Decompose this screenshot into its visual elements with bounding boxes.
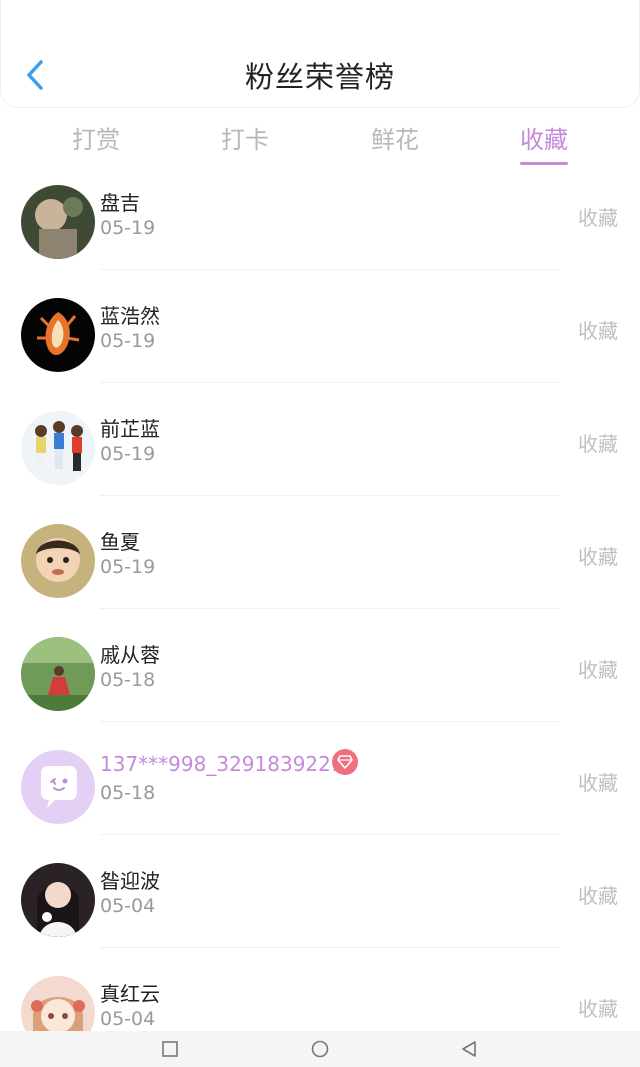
list-item[interactable]: 前芷蓝 05-19 收藏 xyxy=(0,383,640,496)
page-title: 粉丝荣誉榜 xyxy=(244,60,395,94)
fan-date: 05-18 xyxy=(100,782,156,804)
diamond-icon xyxy=(332,749,358,775)
fan-name: 鱼夏 xyxy=(100,530,140,554)
circle-icon[interactable] xyxy=(311,1040,329,1058)
avatar xyxy=(21,524,95,598)
avatar xyxy=(21,411,95,485)
list-item[interactable]: 戚从蓉 05-18 收藏 xyxy=(0,609,640,722)
avatar xyxy=(21,185,95,259)
fan-list[interactable]: 盘吉 05-19 收藏 蓝浩然 05-19 收藏 前芷蓝 05-19 收藏 鱼夏… xyxy=(0,185,640,1031)
fan-date: 05-04 xyxy=(100,895,156,917)
avatar xyxy=(21,298,95,372)
avatar xyxy=(21,637,95,711)
fan-name: 真红云 xyxy=(100,982,160,1006)
favorite-label[interactable]: 收藏 xyxy=(578,654,618,683)
list-item[interactable]: 盘吉 05-19 收藏 xyxy=(0,185,640,270)
tab-reward[interactable]: 打赏 xyxy=(36,120,156,155)
fan-name: 137***998_3291839221 xyxy=(100,752,344,776)
active-tab-indicator xyxy=(520,162,568,165)
tab-favorites[interactable]: 收藏 xyxy=(484,120,604,155)
fan-date: 05-18 xyxy=(100,669,156,691)
fan-name: 前芷蓝 xyxy=(100,417,160,441)
favorite-label[interactable]: 收藏 xyxy=(578,767,618,796)
top-bar: 粉丝荣誉榜 xyxy=(0,0,640,108)
fan-name: 昝迎波 xyxy=(100,869,160,893)
avatar xyxy=(21,976,95,1031)
fan-date: 05-04 xyxy=(100,1008,156,1030)
system-nav-bar xyxy=(0,1031,640,1067)
tab-bar: 打赏 打卡 鲜花 收藏 xyxy=(0,110,640,170)
fan-name: 盘吉 xyxy=(100,191,140,215)
fan-date: 05-19 xyxy=(100,556,156,578)
list-item[interactable]: 真红云 05-04 收藏 xyxy=(0,948,640,1031)
avatar xyxy=(21,750,95,824)
favorite-label[interactable]: 收藏 xyxy=(578,315,618,344)
tab-checkin[interactable]: 打卡 xyxy=(185,120,305,155)
favorite-label[interactable]: 收藏 xyxy=(578,202,618,231)
favorite-label[interactable]: 收藏 xyxy=(578,428,618,457)
fan-date: 05-19 xyxy=(100,443,156,465)
tab-flowers[interactable]: 鲜花 xyxy=(335,120,455,155)
list-item[interactable]: 137***998_3291839221 05-18 收藏 xyxy=(0,722,640,835)
favorite-label[interactable]: 收藏 xyxy=(578,880,618,909)
fan-name: 戚从蓉 xyxy=(100,643,160,667)
triangle-back-icon[interactable] xyxy=(460,1040,478,1058)
fan-date: 05-19 xyxy=(100,330,156,352)
square-icon[interactable] xyxy=(161,1040,179,1058)
favorite-label[interactable]: 收藏 xyxy=(578,541,618,570)
fan-name: 蓝浩然 xyxy=(100,304,160,328)
fan-date: 05-19 xyxy=(100,217,156,239)
avatar xyxy=(21,863,95,937)
list-item[interactable]: 鱼夏 05-19 收藏 xyxy=(0,496,640,609)
list-item[interactable]: 蓝浩然 05-19 收藏 xyxy=(0,270,640,383)
list-item[interactable]: 昝迎波 05-04 收藏 xyxy=(0,835,640,948)
favorite-label[interactable]: 收藏 xyxy=(578,993,618,1022)
